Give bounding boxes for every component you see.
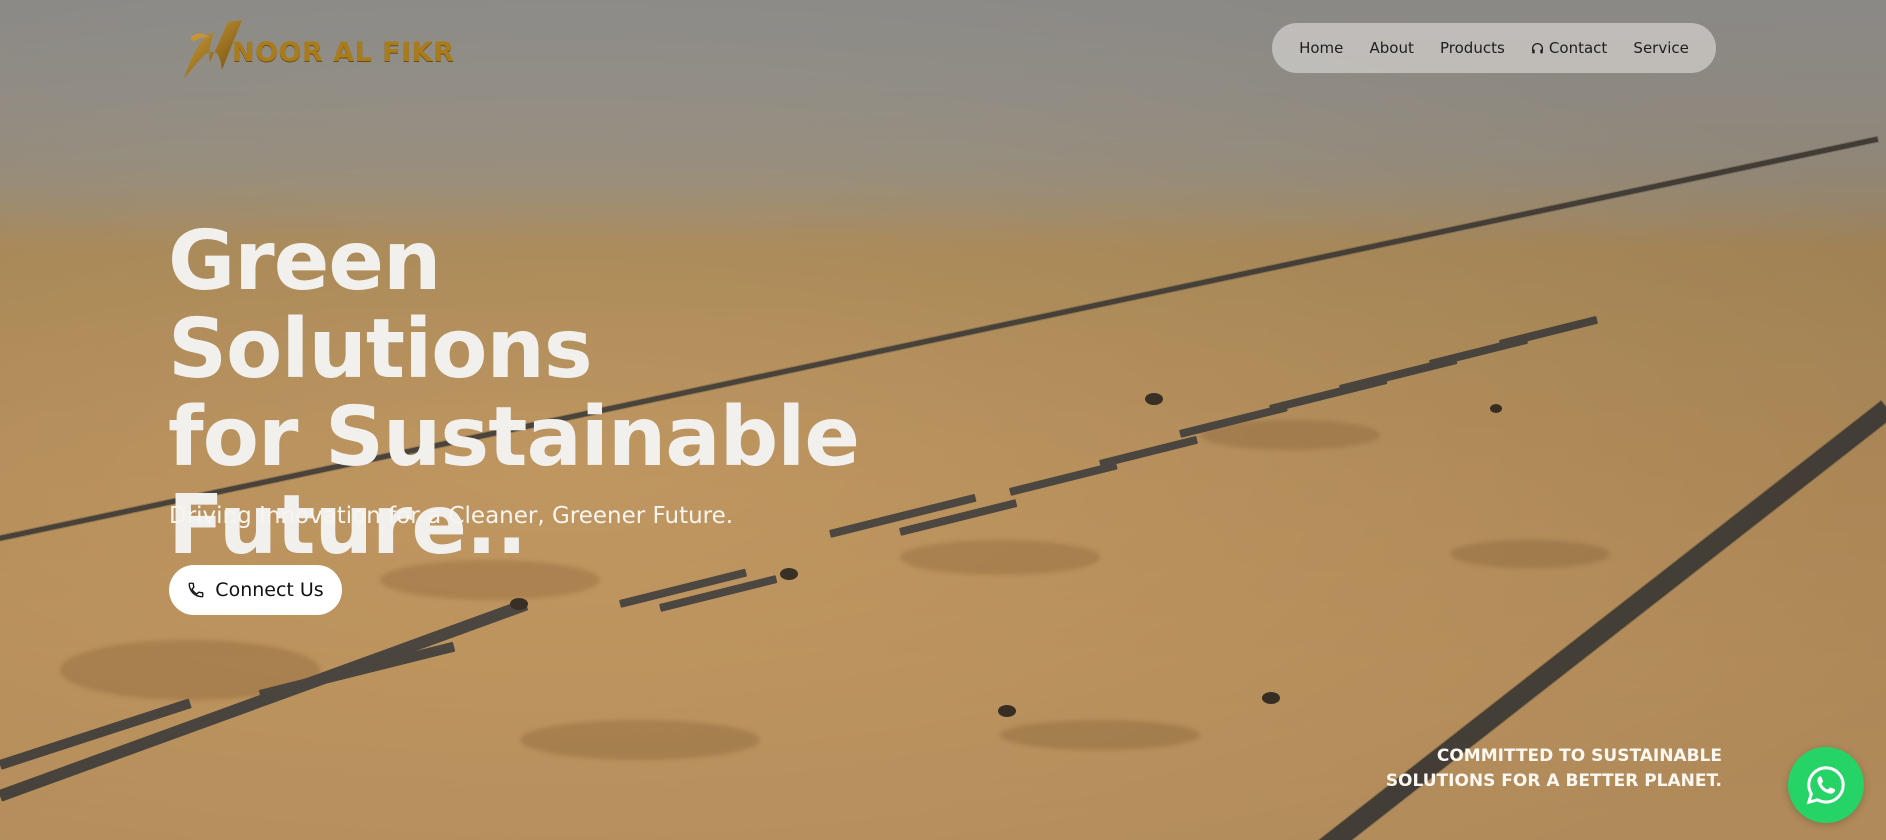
nav-contact-label: Contact (1548, 39, 1608, 57)
nav-service-label: Service (1633, 39, 1689, 57)
main-nav: Home About Products Contact Service (1272, 23, 1716, 73)
nav-about[interactable]: About (1370, 39, 1414, 57)
hero-title-line-2: for Sustainable (168, 390, 860, 485)
nav-about-label: About (1369, 39, 1414, 57)
nav-service[interactable]: Service (1633, 39, 1688, 57)
nav-contact[interactable]: Contact (1531, 39, 1607, 57)
brand-logo[interactable]: NOOR AL FIKR (176, 14, 454, 84)
phone-icon (188, 582, 204, 598)
connect-us-label: Connect Us (215, 579, 324, 601)
connect-us-button[interactable]: Connect Us (169, 565, 342, 615)
nav-products[interactable]: Products (1440, 39, 1505, 57)
nav-products-label: Products (1440, 39, 1505, 57)
nav-home[interactable]: Home (1299, 39, 1343, 57)
whatsapp-icon (1806, 766, 1845, 805)
nav-home-label: Home (1299, 39, 1344, 57)
tagline-line-2: SOLUTIONS FOR A BETTER PLANET. (1385, 771, 1722, 791)
whatsapp-button[interactable] (1788, 747, 1864, 823)
brand-name: NOOR AL FIKR (232, 36, 455, 68)
sustainability-tagline: COMMITTED TO SUSTAINABLE SOLUTIONS FOR A… (1386, 744, 1722, 794)
headset-icon (1531, 42, 1543, 53)
hero-title-line-1: Green Solutions (168, 214, 593, 397)
hero-subtitle: Driving Innovation for a Cleaner, Greene… (169, 503, 734, 529)
tagline-line-1: COMMITTED TO SUSTAINABLE (1436, 746, 1722, 766)
